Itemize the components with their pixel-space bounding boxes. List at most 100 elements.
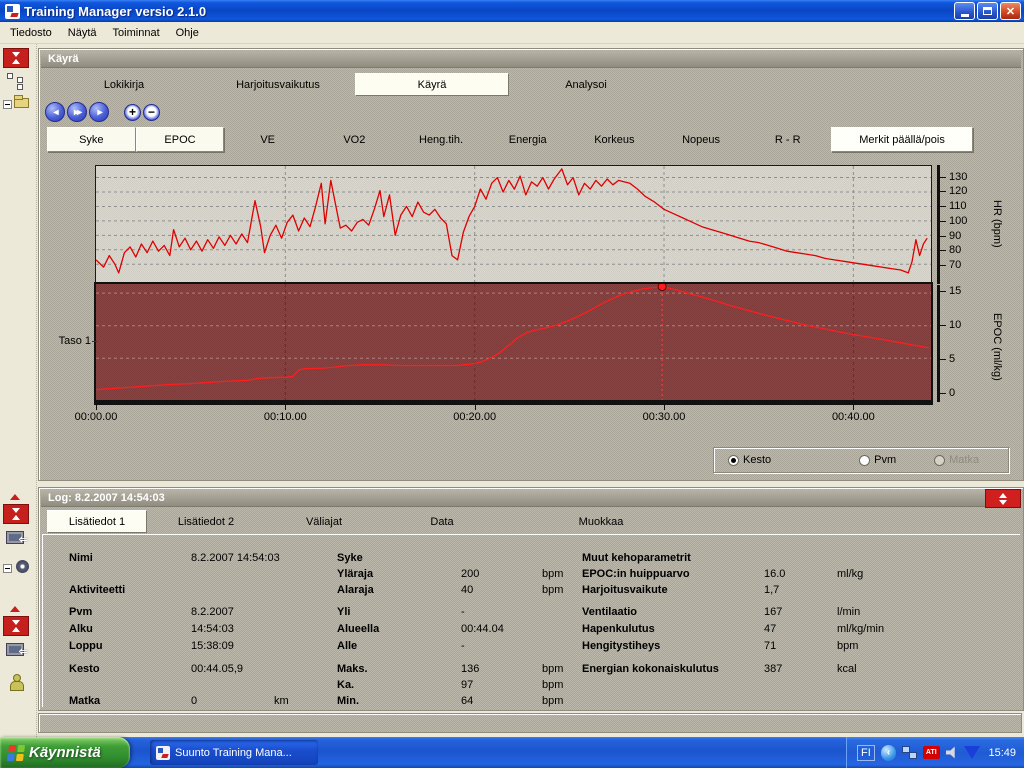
epoc-chart[interactable] bbox=[94, 282, 933, 402]
hr-tick-120: 120 bbox=[949, 185, 975, 197]
log-panel-title: Log: 8.2.2007 14:54:03 bbox=[48, 492, 165, 504]
device-monitor-icon[interactable]: ⇦ bbox=[6, 530, 26, 548]
log-panel: Log: 8.2.2007 14:54:03 Lisätiedot 1Lisät… bbox=[38, 487, 1024, 711]
radio-kesto[interactable]: Kesto bbox=[728, 454, 771, 466]
hide-tray-icons-button[interactable]: ‹ bbox=[881, 745, 896, 761]
sidebar: ⇦ ⇦ bbox=[0, 44, 37, 737]
log-tab-lis-tiedot-1[interactable]: Lisätiedot 1 bbox=[47, 510, 147, 533]
log-tab-muokkaa[interactable]: Muokkaa bbox=[501, 510, 701, 533]
collapse-down-icon bbox=[12, 52, 20, 57]
field-label-epoc-in-huippuarvo: EPOC:in huippuarvo bbox=[582, 568, 690, 580]
hr-chart[interactable] bbox=[95, 165, 932, 284]
menu-ohje[interactable]: Ohje bbox=[168, 25, 207, 41]
menubar: TiedostoNäytäToiminnatOhje bbox=[0, 22, 1024, 44]
field-value-ka: 97 bbox=[461, 679, 473, 691]
device-disc-icon[interactable] bbox=[14, 558, 34, 576]
field-unit-epoc-in-huippuarvo: ml/kg bbox=[837, 568, 863, 580]
field-value-hengitystiheys: 71 bbox=[764, 640, 776, 652]
series-tab-epoc[interactable]: EPOC bbox=[136, 127, 225, 152]
taskbar-task-button[interactable]: Suunto Training Mana... bbox=[150, 740, 318, 765]
field-value-maks: 136 bbox=[461, 663, 479, 675]
dock-collapse-button-3[interactable] bbox=[3, 616, 29, 636]
dock-collapse-button-2[interactable] bbox=[3, 504, 29, 524]
antivirus-tray-icon[interactable] bbox=[964, 746, 980, 759]
user-icon[interactable] bbox=[6, 674, 26, 692]
view-tab-lokikirja[interactable]: Lokikirja bbox=[47, 73, 201, 96]
logbook-tree-icon[interactable] bbox=[6, 72, 26, 90]
app-icon bbox=[5, 4, 20, 19]
radio-pvm[interactable]: Pvm bbox=[859, 454, 896, 466]
hr-axis-bar bbox=[937, 165, 940, 284]
x-mode-radio-group: Kesto Pvm Matka bbox=[713, 447, 1009, 473]
series-tab-heng-tih[interactable]: Heng.tih. bbox=[398, 127, 485, 152]
zoom-in-button[interactable]: + bbox=[124, 104, 141, 121]
system-tray: FI ‹ ATI 15:49 bbox=[846, 737, 1024, 768]
radio-label-pvm: Pvm bbox=[874, 454, 896, 466]
device-expander-icon[interactable] bbox=[3, 564, 12, 573]
log-tab-data[interactable]: Data bbox=[383, 510, 501, 533]
view-tab-analysoi[interactable]: Analysoi bbox=[509, 73, 663, 96]
log-tab-v-liajat[interactable]: Väliajat bbox=[265, 510, 383, 533]
volume-icon[interactable] bbox=[946, 746, 959, 759]
menu-tiedosto[interactable]: Tiedosto bbox=[2, 25, 60, 41]
taskbar-clock: 15:49 bbox=[988, 747, 1016, 759]
chart-panel-caption: Käyrä bbox=[41, 51, 1021, 68]
series-tab-energia[interactable]: Energia bbox=[484, 127, 571, 152]
ati-tray-icon[interactable]: ATI bbox=[923, 746, 940, 759]
field-unit-ventilaatio: l/min bbox=[837, 606, 860, 618]
tree-expander-icon[interactable] bbox=[3, 100, 12, 109]
series-tab-syke[interactable]: Syke bbox=[47, 127, 136, 152]
language-indicator[interactable]: FI bbox=[857, 745, 875, 761]
field-label-hengitystiheys: Hengitystiheys bbox=[582, 640, 660, 652]
field-label-yl-raja: Yläraja bbox=[337, 568, 373, 580]
dock-marker-icon-1 bbox=[10, 494, 20, 500]
field-unit-ka: bpm bbox=[542, 679, 563, 691]
field-value-energian-kokonaiskulutus: 387 bbox=[764, 663, 782, 675]
field-label-energian-kokonaiskulutus: Energian kokonaiskulutus bbox=[582, 663, 719, 675]
radio-dot-pvm bbox=[859, 455, 870, 466]
menu-toiminnat[interactable]: Toiminnat bbox=[105, 25, 168, 41]
field-label-alaraja: Alaraja bbox=[337, 584, 374, 596]
maximize-button[interactable] bbox=[977, 2, 998, 20]
series-tab-merkit-p-ll-pois[interactable]: Merkit päällä/pois bbox=[831, 127, 973, 152]
prev-log-button[interactable]: ◂ bbox=[45, 102, 65, 122]
transfer-monitor-icon[interactable]: ⇦ bbox=[6, 642, 26, 660]
field-label-alle: Alle bbox=[337, 640, 357, 652]
x-tick bbox=[96, 405, 97, 410]
field-unit-matka: km bbox=[274, 695, 289, 707]
minimize-icon bbox=[961, 14, 969, 17]
field-label-loppu: Loppu bbox=[69, 640, 103, 652]
window-title: Training Manager versio 2.1.0 bbox=[24, 4, 954, 19]
folder-icon[interactable] bbox=[14, 94, 34, 112]
log-tab-lis-tiedot-2[interactable]: Lisätiedot 2 bbox=[147, 510, 265, 533]
play-log-button[interactable]: ▸▸ bbox=[67, 102, 87, 122]
radio-label-matka: Matka bbox=[949, 454, 979, 466]
log-panel-expand-button[interactable] bbox=[985, 489, 1021, 508]
field-unit-alaraja: bpm bbox=[542, 584, 563, 596]
series-tab-r-r[interactable]: R - R bbox=[744, 127, 831, 152]
field-label-syke: Syke bbox=[337, 552, 363, 564]
start-button[interactable]: Käynnistä bbox=[0, 737, 130, 768]
field-label-alueella: Alueella bbox=[337, 623, 379, 635]
zoom-out-button[interactable]: − bbox=[143, 104, 160, 121]
next-log-button[interactable]: ▸ bbox=[89, 102, 109, 122]
series-tab-vo2[interactable]: VO2 bbox=[311, 127, 398, 152]
field-label-maks: Maks. bbox=[337, 663, 368, 675]
series-tab-ve[interactable]: VE bbox=[224, 127, 311, 152]
menu-n-yt[interactable]: Näytä bbox=[60, 25, 105, 41]
view-tab-k-yr[interactable]: Käyrä bbox=[355, 73, 509, 96]
field-label-yli: Yli bbox=[337, 606, 350, 618]
epoc-tick-10: 10 bbox=[949, 319, 975, 331]
view-tab-harjoitusvaikutus[interactable]: Harjoitusvaikutus bbox=[201, 73, 355, 96]
hr-tick-90: 90 bbox=[949, 230, 975, 242]
dock-collapse-button-1[interactable] bbox=[3, 48, 29, 68]
field-label-harjoitusvaikute: Harjoitusvaikute bbox=[582, 584, 668, 596]
series-tab-korkeus[interactable]: Korkeus bbox=[571, 127, 658, 152]
series-tab-nopeus[interactable]: Nopeus bbox=[658, 127, 745, 152]
epoc-axis-bar bbox=[937, 285, 940, 402]
field-unit-hengitystiheys: bpm bbox=[837, 640, 858, 652]
close-button[interactable]: ✕ bbox=[1000, 2, 1021, 20]
network-icon[interactable] bbox=[902, 746, 916, 759]
log-tabs: Lisätiedot 1Lisätiedot 2VäliajatDataMuok… bbox=[47, 510, 701, 533]
minimize-button[interactable] bbox=[954, 2, 975, 20]
